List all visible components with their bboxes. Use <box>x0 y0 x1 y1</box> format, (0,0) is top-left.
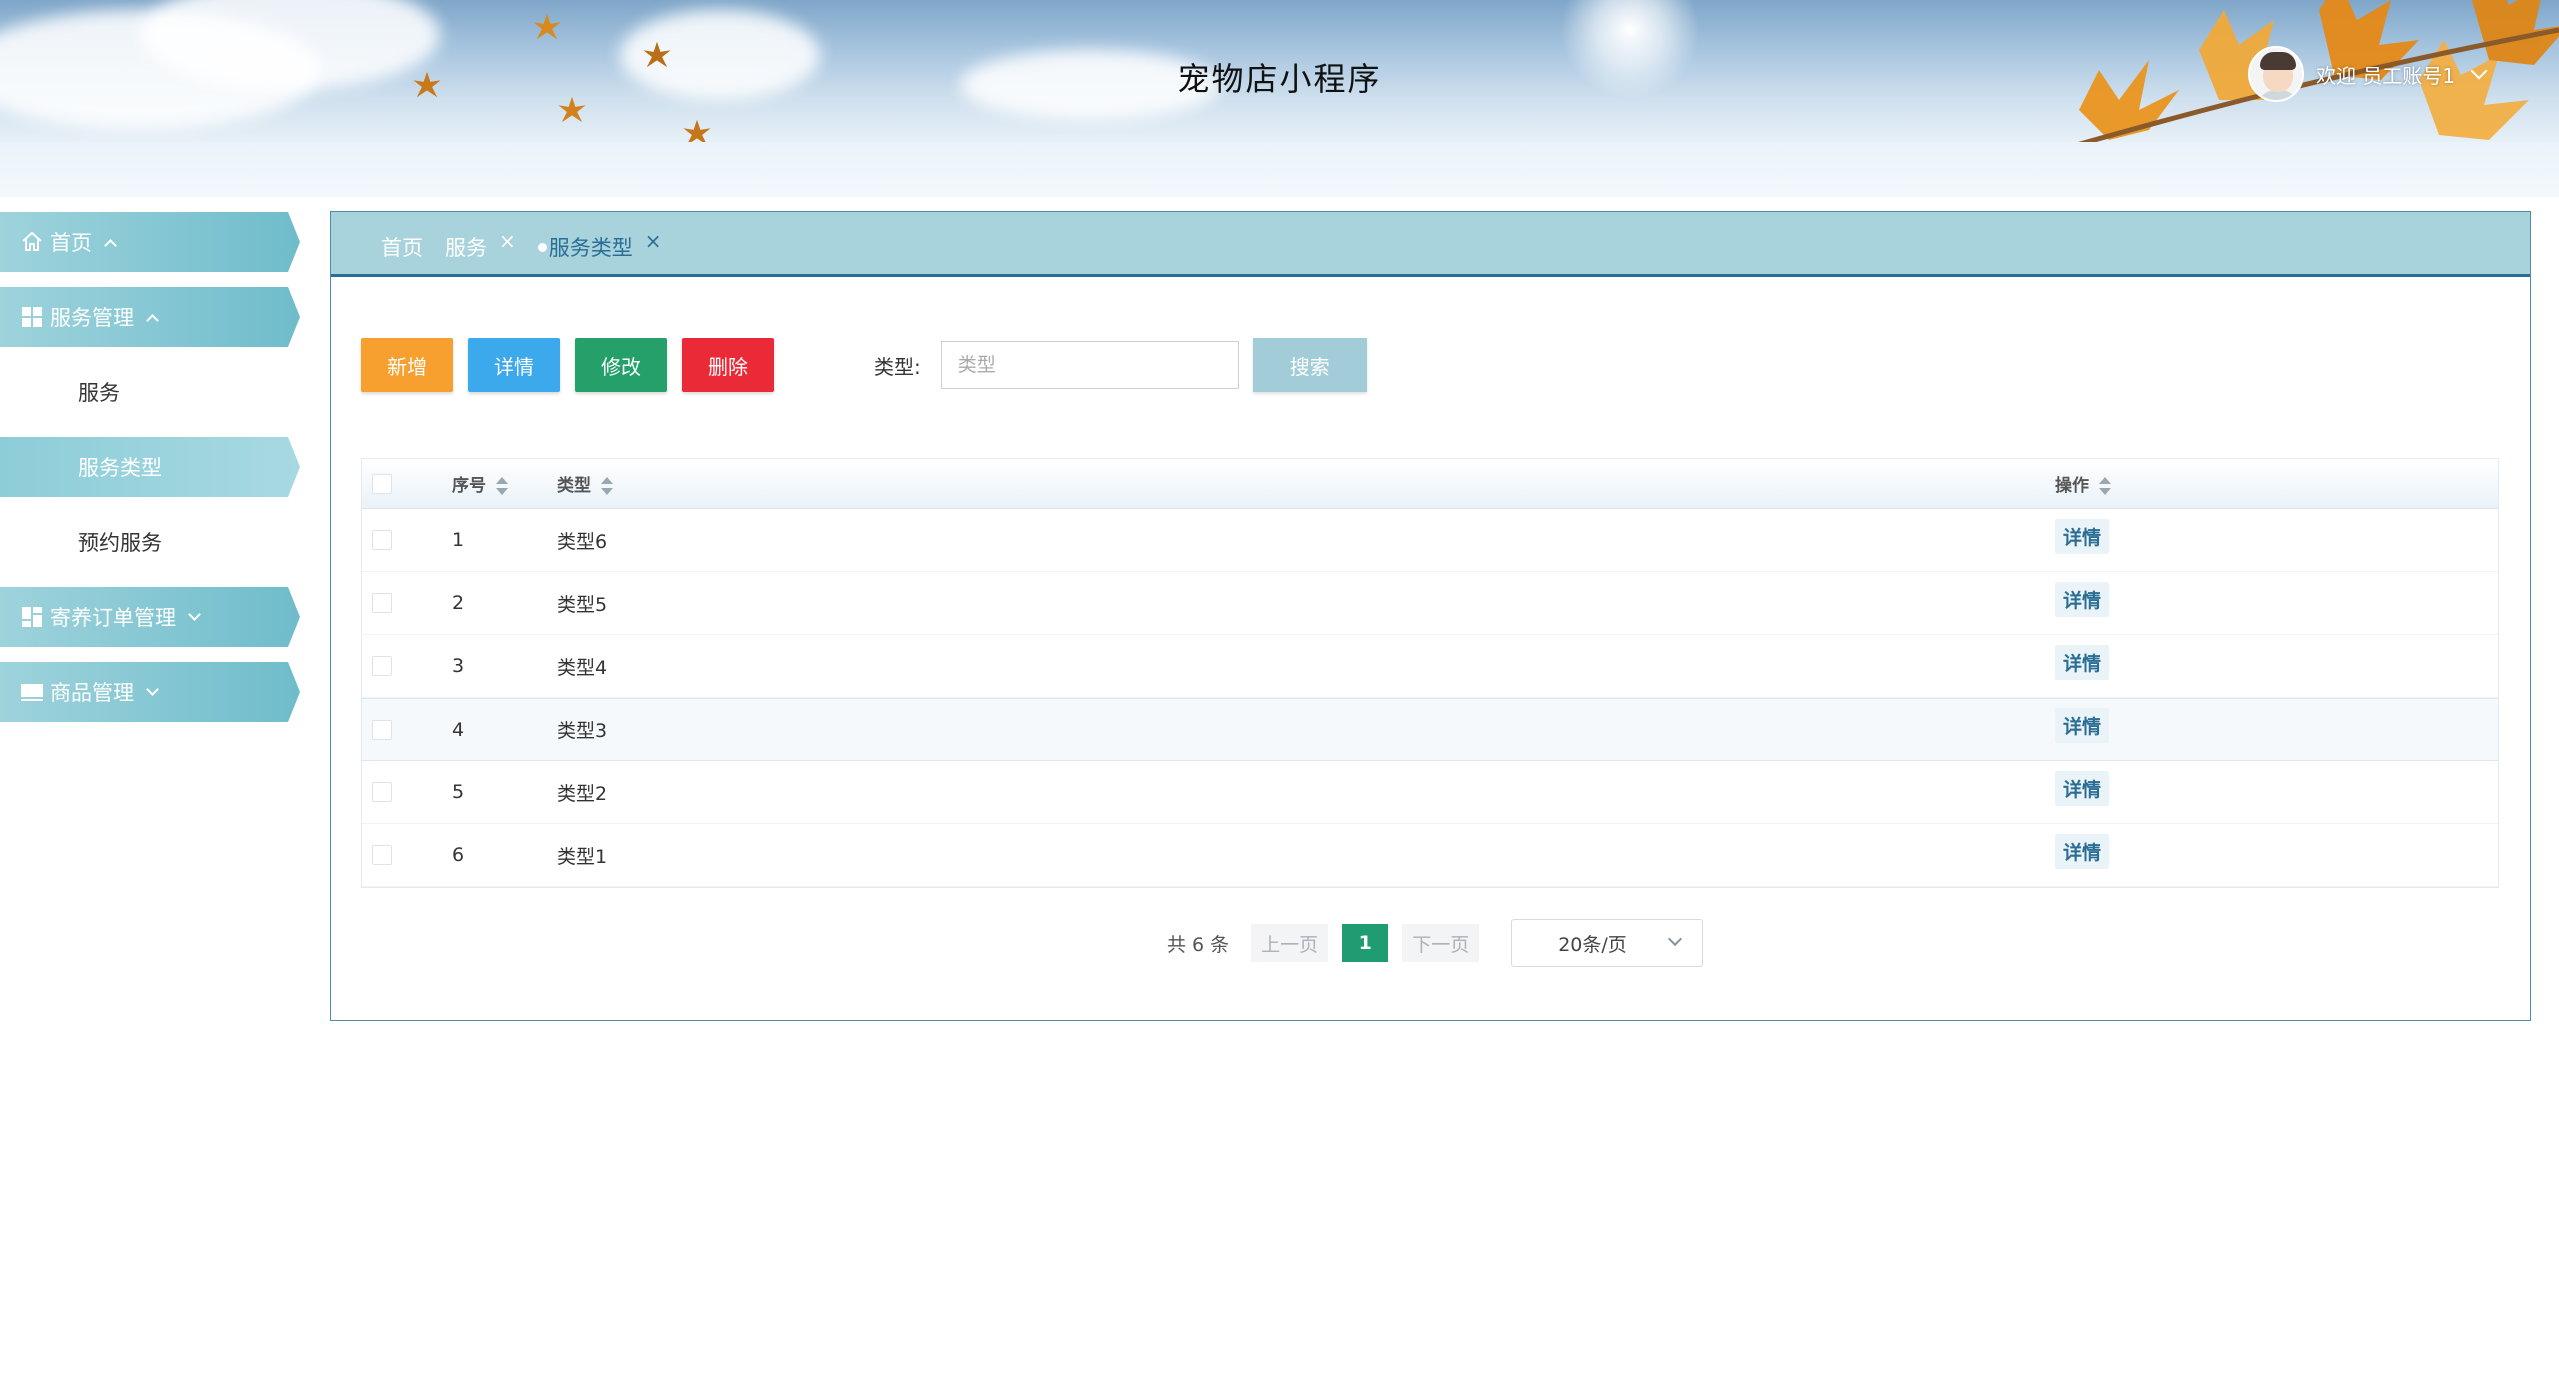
sidebar-item-label: 寄养订单管理 <box>50 606 176 630</box>
row-checkbox[interactable] <box>372 656 392 676</box>
chevron-down-icon <box>146 682 159 696</box>
avatar[interactable] <box>2248 46 2304 102</box>
sidebar-item-label: 商品管理 <box>50 681 134 705</box>
leaf-icon <box>533 13 561 40</box>
sidebar: 首页 服务管理 服务 服务类型 预约服务 寄养订单管理 商品管理 <box>0 212 300 737</box>
search-label: 类型: <box>874 354 921 379</box>
row-detail-button[interactable]: 详情 <box>2055 518 2110 554</box>
tab-service-type[interactable]: 服务类型 × <box>537 229 662 262</box>
tab-home[interactable]: 首页 <box>381 232 423 262</box>
row-index: 5 <box>452 781 465 803</box>
search-button[interactable]: 搜索 <box>1252 338 1367 392</box>
header-banner: 宠物店小程序 欢迎 员工账号1 <box>0 0 2559 142</box>
tab-bar: 首页 服务 × 服务类型 × <box>331 212 2530 277</box>
row-detail-button[interactable]: 详情 <box>2055 581 2110 617</box>
sidebar-item-booking-service[interactable]: 预约服务 <box>0 512 300 572</box>
sidebar-item-product-management[interactable]: 商品管理 <box>0 662 300 722</box>
row-checkbox[interactable] <box>372 719 392 740</box>
page-number-button[interactable]: 1 <box>1342 924 1389 962</box>
delete-button[interactable]: 删除 <box>682 338 774 392</box>
table-row[interactable]: 6 类型1 详情 <box>362 824 2498 887</box>
next-page-button[interactable]: 下一页 <box>1402 924 1480 962</box>
detail-button[interactable]: 详情 <box>468 338 560 392</box>
row-type: 类型2 <box>557 782 608 805</box>
chevron-up-icon <box>104 238 117 252</box>
row-detail-button[interactable]: 详情 <box>2055 833 2110 869</box>
table-row[interactable]: 5 类型2 详情 <box>362 761 2498 824</box>
row-index: 4 <box>452 718 465 741</box>
total-count: 共 6 条 <box>1167 933 1230 956</box>
dashboard-icon <box>22 607 42 627</box>
sort-icon[interactable] <box>2099 477 2111 495</box>
app-title: 宠物店小程序 <box>1177 60 1382 98</box>
add-button[interactable]: 新增 <box>361 338 453 392</box>
sidebar-item-service-management[interactable]: 服务管理 <box>0 287 300 347</box>
row-detail-button[interactable]: 详情 <box>2055 770 2110 806</box>
row-type: 类型5 <box>557 593 608 616</box>
sidebar-item-boarding-orders[interactable]: 寄养订单管理 <box>0 587 300 647</box>
sidebar-item-label: 首页 <box>50 231 92 255</box>
tab-label: 服务 <box>445 236 487 260</box>
monitor-icon <box>21 684 43 701</box>
edit-button[interactable]: 修改 <box>575 338 667 392</box>
row-index: 3 <box>452 655 465 677</box>
table-row[interactable]: 2 类型5 详情 <box>362 572 2498 635</box>
user-welcome-text[interactable]: 欢迎 员工账号1 <box>2316 60 2455 89</box>
row-type: 类型4 <box>557 656 608 679</box>
row-checkbox[interactable] <box>372 845 392 865</box>
close-icon[interactable]: × <box>645 229 662 253</box>
column-header-action[interactable]: 操作 <box>2055 471 2255 496</box>
table-row[interactable]: 3 类型4 详情 <box>362 635 2498 698</box>
chevron-down-icon <box>188 607 201 621</box>
column-header-index[interactable]: 序号 <box>452 471 557 496</box>
row-index: 1 <box>452 529 465 551</box>
row-checkbox[interactable] <box>372 593 392 613</box>
leaf-icon <box>558 96 586 123</box>
main-panel: 首页 服务 × 服务类型 × 新增 详情 修改 删除 类型: 搜索 序号 类型 … <box>330 211 2531 1021</box>
close-icon[interactable]: × <box>499 229 516 253</box>
tab-service[interactable]: 服务 × <box>445 229 516 262</box>
sort-icon[interactable] <box>496 477 508 495</box>
select-all-checkbox[interactable] <box>372 473 392 494</box>
row-detail-button[interactable]: 详情 <box>2055 644 2110 680</box>
user-menu[interactable]: 欢迎 员工账号1 <box>2248 44 2488 104</box>
sidebar-item-label: 服务类型 <box>78 456 162 480</box>
row-type: 类型1 <box>557 845 608 868</box>
column-header-type[interactable]: 类型 <box>557 471 2055 496</box>
home-icon <box>22 231 42 251</box>
sidebar-item-label: 服务管理 <box>50 306 134 330</box>
page-size-select[interactable]: 20条/页 <box>1511 919 1704 967</box>
pagination: 共 6 条 上一页 1 下一页 20条/页 <box>1167 919 1704 967</box>
chevron-up-icon <box>146 313 159 327</box>
toolbar: 新增 详情 修改 删除 类型: 搜索 <box>361 338 1367 392</box>
header-substrip <box>0 142 2559 197</box>
type-search-input[interactable] <box>940 341 1239 389</box>
table-row[interactable]: 4 类型3 详情 <box>362 698 2498 761</box>
sort-icon[interactable] <box>601 477 613 495</box>
chevron-down-icon <box>1668 931 1683 947</box>
service-type-table: 序号 类型 操作 1 类型6 详情 2 类型5 详情 3 类型4 详情 4 类型… <box>361 458 2499 888</box>
row-checkbox[interactable] <box>372 530 392 550</box>
row-checkbox[interactable] <box>372 782 392 802</box>
leaf-icon <box>683 119 711 142</box>
chevron-down-icon[interactable] <box>2470 62 2488 80</box>
row-index: 2 <box>452 592 465 614</box>
sidebar-item-label: 预约服务 <box>78 531 162 555</box>
sidebar-item-service-type[interactable]: 服务类型 <box>0 437 300 497</box>
table-row[interactable]: 1 类型6 详情 <box>362 509 2498 572</box>
tab-label: 首页 <box>381 236 423 260</box>
row-type: 类型3 <box>557 720 608 742</box>
page-size-value: 20条/页 <box>1558 933 1627 956</box>
row-detail-button[interactable]: 详情 <box>2055 708 2110 743</box>
active-dot-icon <box>537 242 547 252</box>
sidebar-item-service[interactable]: 服务 <box>0 362 300 422</box>
prev-page-button[interactable]: 上一页 <box>1251 924 1329 962</box>
sidebar-item-label: 服务 <box>78 381 120 405</box>
tab-label: 服务类型 <box>548 236 633 260</box>
row-type: 类型6 <box>557 530 608 553</box>
grid-icon <box>22 307 42 327</box>
sidebar-item-home[interactable]: 首页 <box>0 212 300 272</box>
table-header: 序号 类型 操作 <box>362 459 2498 509</box>
row-index: 6 <box>452 844 465 866</box>
